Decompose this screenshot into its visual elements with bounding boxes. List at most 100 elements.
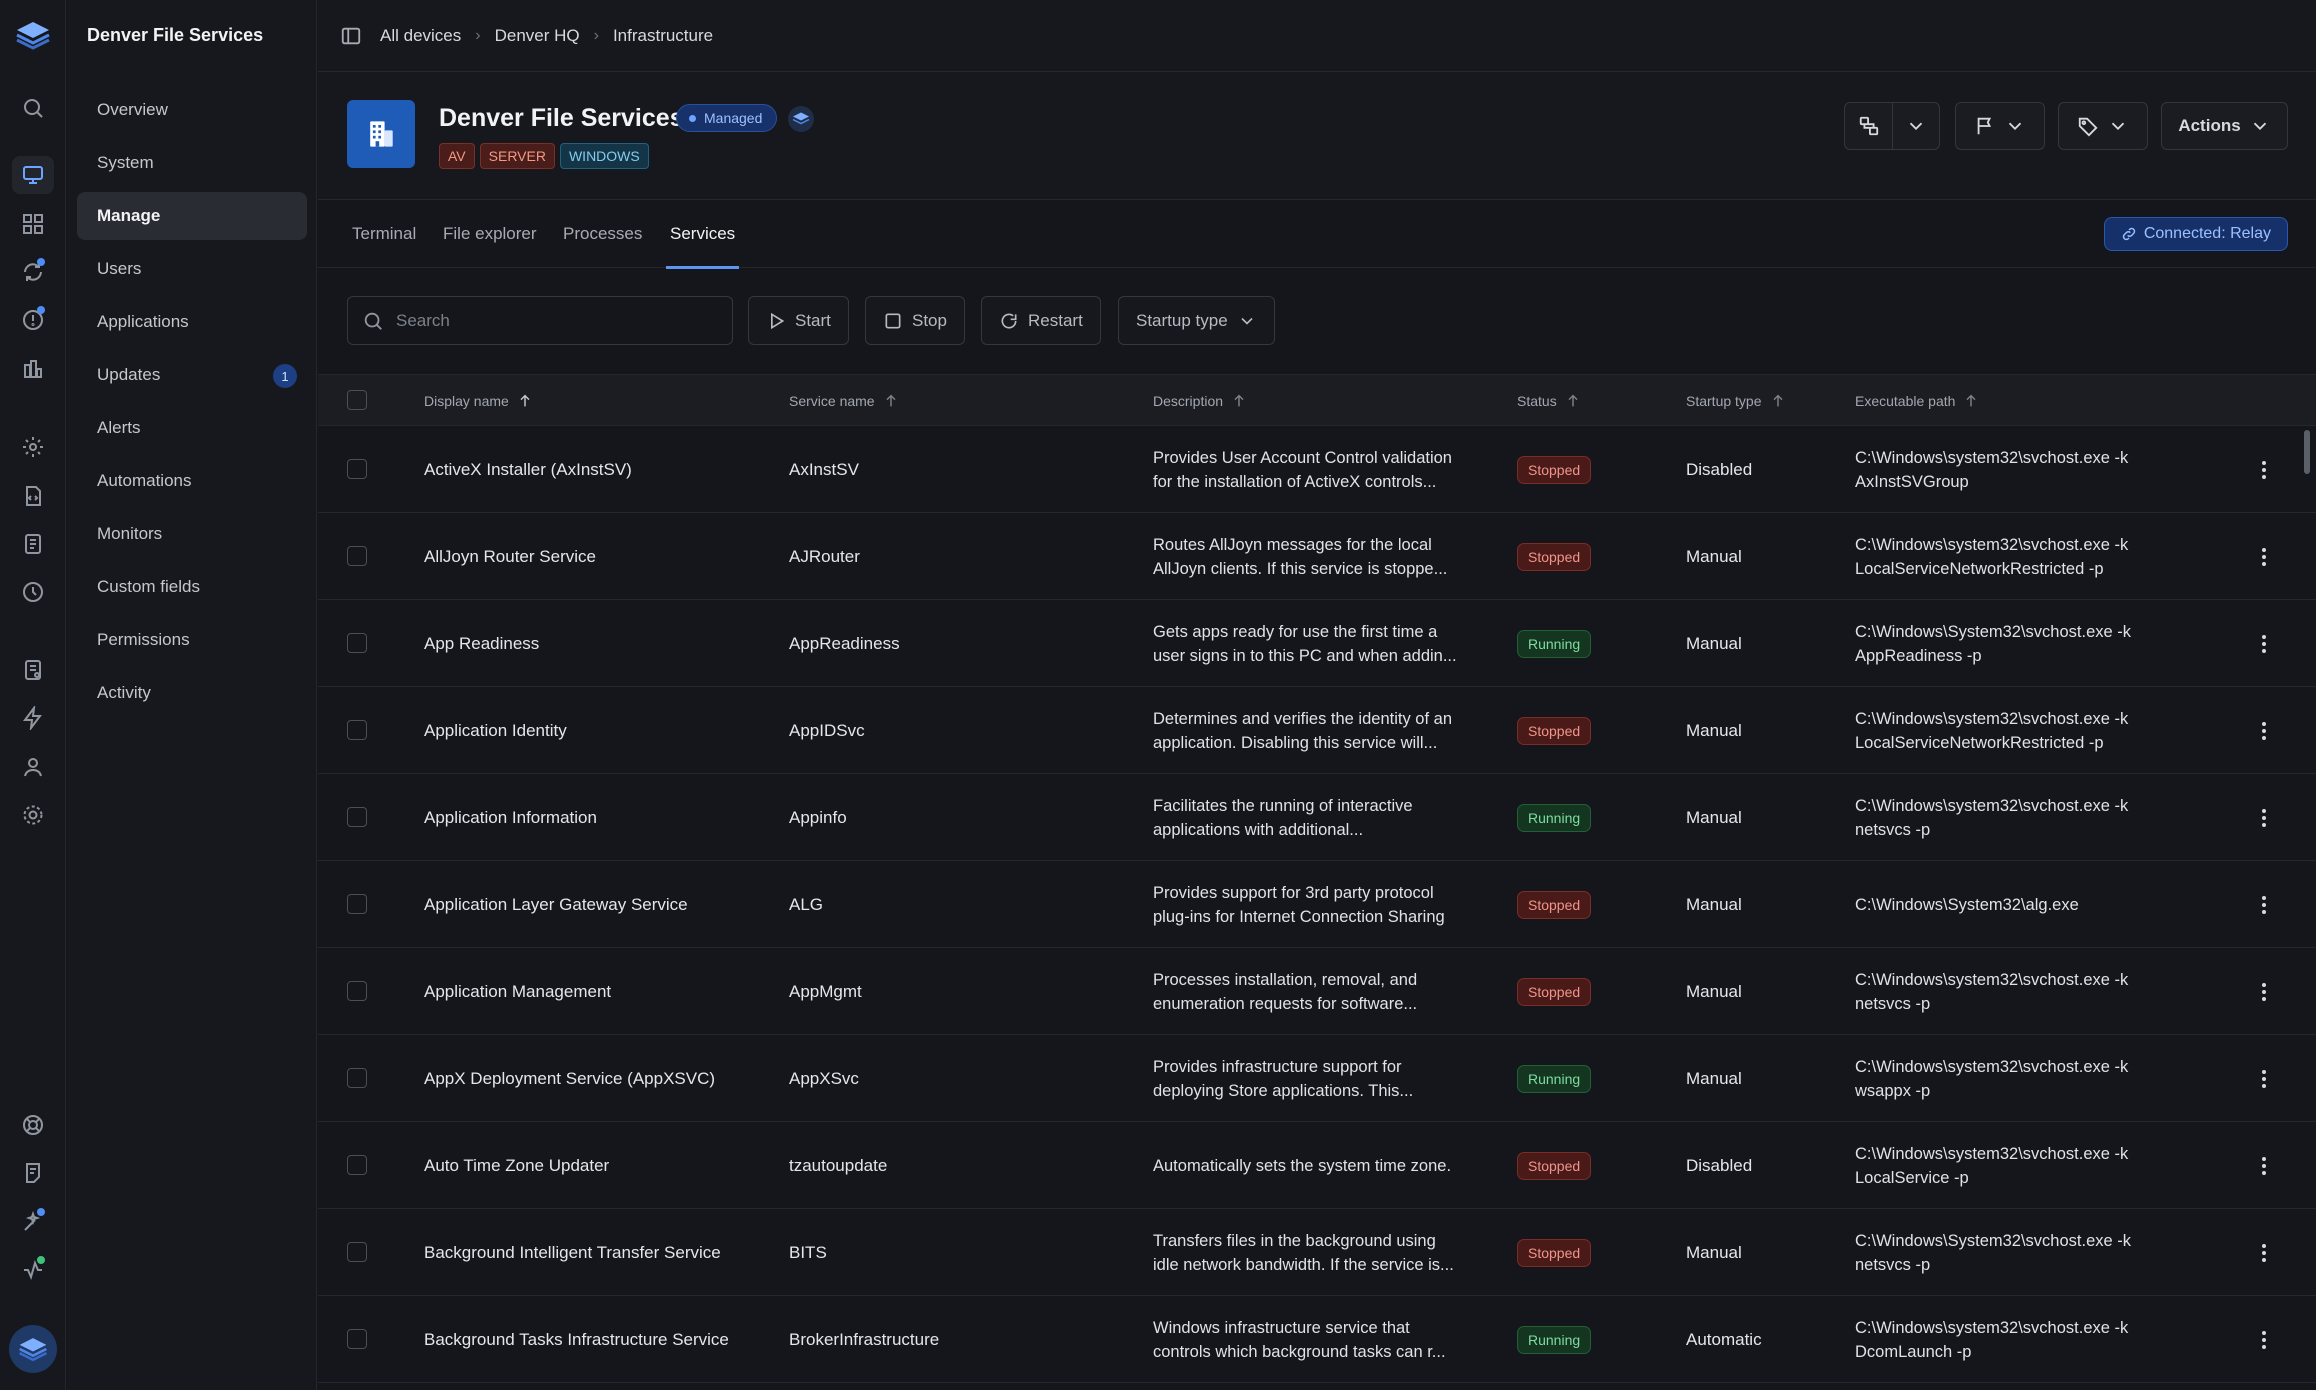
nav-item-applications[interactable]: Applications [77,298,307,346]
table-row[interactable]: AllJoyn Router Service AJRouter Routes All… [318,513,2316,600]
row-checkbox[interactable] [347,1068,367,1088]
status-cell: Running [1517,600,1592,687]
stop-button[interactable]: Stop [865,296,965,345]
help-lifebuoy-icon[interactable] [21,1113,45,1137]
row-more-options-icon[interactable] [2252,1065,2276,1093]
gear-icon[interactable] [21,803,45,827]
column-header-description[interactable]: Description [1153,375,1247,427]
tag-av[interactable]: AV [439,143,475,169]
table-row[interactable]: Application Identity AppIDSvc Determines a… [318,687,2316,774]
sort-arrow-up-icon [1231,393,1247,409]
settings-cog-icon[interactable] [21,435,45,459]
actions-dropdown-button[interactable]: Actions [2161,102,2288,150]
document-list-icon[interactable] [21,532,45,556]
column-header-service-name[interactable]: Service name [789,375,899,427]
nav-item-monitors[interactable]: Monitors [77,510,307,558]
row-checkbox[interactable] [347,1242,367,1262]
avatar[interactable] [9,1325,57,1373]
tab-terminal[interactable]: Terminal [352,200,416,268]
row-more-options-icon[interactable] [2252,1326,2276,1354]
nav-item-users[interactable]: Users [77,245,307,293]
row-checkbox[interactable] [347,546,367,566]
row-more-options-icon[interactable] [2252,978,2276,1006]
nav-item-activity[interactable]: Activity [77,669,307,717]
row-checkbox[interactable] [347,1329,367,1349]
flag-dropdown-button[interactable] [1955,102,2045,150]
tab-processes[interactable]: Processes [563,200,642,268]
nav-item-automations[interactable]: Automations [77,457,307,505]
row-more-options-icon[interactable] [2252,456,2276,484]
audit-log-icon[interactable] [21,658,45,682]
row-more-options-icon[interactable] [2252,630,2276,658]
row-more-options-icon[interactable] [2252,1239,2276,1267]
tag-windows[interactable]: WINDOWS [559,143,649,169]
search-icon[interactable] [21,96,45,120]
script-file-icon[interactable] [21,484,45,508]
nav-item-label: Updates [97,365,161,384]
history-icon[interactable] [21,580,45,604]
start-button[interactable]: Start [748,296,849,345]
row-checkbox[interactable] [347,807,367,827]
breadcrumb-all-devices[interactable]: All devices [380,26,461,46]
row-more-options-icon[interactable] [2252,543,2276,571]
table-row[interactable]: Background Intelligent Transfer Service B… [318,1209,2316,1296]
breadcrumb-infrastructure[interactable]: Infrastructure [613,26,713,46]
column-header-startup-type[interactable]: Startup type [1686,375,1786,427]
nav-item-permissions[interactable]: Permissions [77,616,307,664]
row-checkbox[interactable] [347,894,367,914]
user-icon[interactable] [21,755,45,779]
release-notes-icon[interactable] [21,1161,45,1185]
remote-connect-dropdown[interactable] [1892,103,1939,149]
table-row[interactable]: App Readiness AppReadiness Gets apps ready… [318,600,2316,687]
table-scrollbar[interactable] [2302,426,2312,1390]
nav-item-overview[interactable]: Overview [77,86,307,134]
restart-button[interactable]: Restart [981,296,1101,345]
row-more-options-icon[interactable] [2252,804,2276,832]
row-checkbox[interactable] [347,981,367,1001]
row-more-options-icon[interactable] [2252,891,2276,919]
table-row[interactable]: Background Tasks Infrastructure Service B… [318,1296,2316,1383]
row-checkbox[interactable] [347,720,367,740]
search-input[interactable]: Search [347,296,733,345]
service-name-cell: BrokerInfrastructure [789,1329,940,1349]
nav-item-updates[interactable]: Updates 1 [77,351,307,399]
toggle-sidebar-icon[interactable] [340,25,362,47]
table-row[interactable]: ActiveX Installer (AxInstSV) AxInstSV Prov… [318,426,2316,513]
dashboard-grid-icon[interactable] [21,212,45,236]
app-logo-icon[interactable] [15,20,51,50]
connection-status-badge[interactable]: Connected: Relay [2103,217,2288,251]
row-checkbox[interactable] [347,1155,367,1175]
row-more-options-icon[interactable] [2252,1152,2276,1180]
monitor-icon[interactable] [21,163,45,187]
nav-item-alerts[interactable]: Alerts [77,404,307,452]
row-checkbox[interactable] [347,633,367,653]
table-row[interactable]: Application Layer Gateway Service ALG Prov… [318,861,2316,948]
breadcrumb-denver-hq[interactable]: Denver HQ [495,26,580,46]
connection-status-label: Connected: Relay [2143,225,2271,242]
remote-connect-button[interactable] [1845,103,1892,149]
row-checkbox[interactable] [347,459,367,479]
column-header-display-name[interactable]: Display name [424,375,533,427]
reports-chart-icon[interactable] [21,357,45,381]
tab-services[interactable]: Services [665,200,740,269]
row-more-options-icon[interactable] [2252,717,2276,745]
column-header-status[interactable]: Status [1517,375,1581,427]
scrollbar-thumb[interactable] [2304,430,2310,474]
tag-dropdown-button[interactable] [2058,102,2148,150]
column-header-executable-path[interactable]: Executable path [1855,375,1979,427]
chevron-down-icon [1237,311,1257,331]
table-row[interactable]: AppX Deployment Service (AppXSVC) AppXSvc… [318,1035,2316,1122]
nav-item-manage[interactable]: Manage [77,192,307,240]
startup-type-dropdown[interactable]: Startup type [1118,296,1275,345]
lightning-icon[interactable] [21,706,45,730]
nav-item-custom-fields[interactable]: Custom fields [77,563,307,611]
table-row[interactable]: Application Information Appinfo Facilitate… [318,774,2316,861]
table-row[interactable]: Auto Time Zone Updater tzautoupdate Automa… [318,1122,2316,1209]
updates-count-badge: 1 [273,364,297,388]
table-row[interactable]: Application Management AppMgmt Processes i… [318,948,2316,1035]
select-all-checkbox[interactable] [347,390,367,410]
path-line: AxInstSVGroup [1855,472,1969,491]
tag-server[interactable]: SERVER [479,143,555,169]
tab-file-explorer[interactable]: File explorer [443,200,537,268]
nav-item-system[interactable]: System [77,139,307,187]
